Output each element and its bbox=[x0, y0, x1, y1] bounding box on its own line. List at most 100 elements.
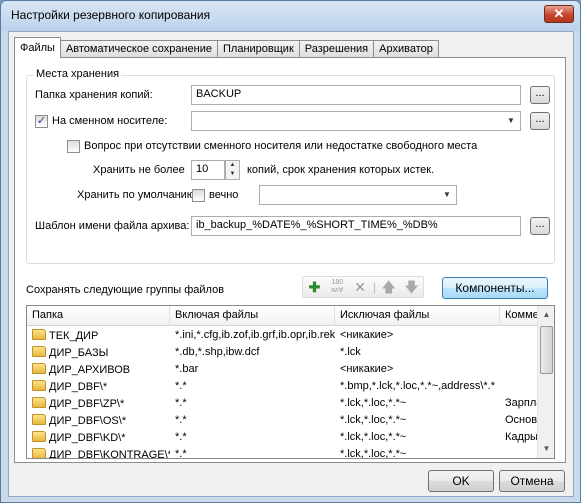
column-header-exclude[interactable]: Исключая файлы bbox=[335, 306, 500, 326]
cell-text: *.lck,*.loc,*.*~ bbox=[340, 397, 407, 409]
cell-exclude: *.lck,*.loc,*.*~ bbox=[335, 429, 500, 446]
add-icon[interactable]: ✚ bbox=[303, 277, 326, 297]
browse-template-button[interactable]: ... bbox=[530, 217, 550, 235]
cell-folder: ДИР_DBF\ZP\* bbox=[27, 395, 170, 412]
folder-icon bbox=[32, 397, 46, 408]
table-row[interactable]: ДИР_DBF\KONTRAGE\* *.* *.lck,*.loc,*.*~ bbox=[27, 446, 538, 459]
cell-text: ДИР_АРХИВОВ bbox=[49, 364, 131, 376]
keep-copies-spinner[interactable]: ▲ ▼ bbox=[225, 160, 240, 180]
column-header-folder[interactable]: Папка bbox=[27, 306, 170, 326]
cell-comment bbox=[500, 344, 538, 361]
table-row[interactable]: ТЕК_ДИР *.ini,*.cfg,ib.zof,ib.grf,ib.opr,… bbox=[27, 327, 538, 344]
cell-text: ДИР_DBF\* bbox=[49, 381, 108, 393]
cell-comment: Основн bbox=[500, 412, 538, 429]
template-input[interactable]: ib_backup_%DATE%_%SHORT_TIME%_%DB% bbox=[191, 216, 521, 236]
cell-folder: ДИР_DBF\* bbox=[27, 378, 170, 395]
cell-comment: Кадры bbox=[500, 429, 538, 446]
forever-label: вечно bbox=[209, 189, 239, 201]
default-keep-select[interactable]: ▼ bbox=[259, 185, 457, 205]
scroll-up-icon[interactable]: ▲ bbox=[539, 307, 554, 323]
cell-include: *.* bbox=[170, 395, 335, 412]
file-groups-label: Сохранять следующие группы файлов bbox=[26, 284, 225, 296]
cell-text: *.lck,*.loc,*.*~ bbox=[340, 448, 407, 459]
cell-text: <никакие> bbox=[340, 363, 394, 375]
spin-up-icon[interactable]: ▲ bbox=[226, 161, 239, 170]
cell-text: ДИР_DBF\OS\* bbox=[49, 415, 127, 427]
ok-button[interactable]: OK bbox=[428, 470, 494, 492]
cell-text: ДИР_БАЗЫ bbox=[49, 347, 109, 359]
scroll-down-icon[interactable]: ▼ bbox=[539, 441, 554, 457]
tab-files[interactable]: Файлы bbox=[14, 37, 61, 58]
move-down-icon[interactable]: 🡇 bbox=[400, 277, 423, 297]
removable-media-label: На сменном носителе: bbox=[52, 115, 168, 127]
cell-folder: ДИР_DBF\OS\* bbox=[27, 412, 170, 429]
table-row[interactable]: ДИР_DBF\KD\* *.* *.lck,*.loc,*.*~ Кадры bbox=[27, 429, 538, 446]
close-button[interactable]: ✕ bbox=[544, 5, 574, 23]
folder-icon bbox=[32, 431, 46, 442]
cell-text: *.bar bbox=[175, 363, 199, 375]
table-header: Папка Включая файлы Исключая файлы Комме bbox=[27, 306, 538, 326]
folder-icon bbox=[32, 414, 46, 425]
backup-folder-label: Папка хранения копий: bbox=[35, 89, 153, 101]
chevron-down-icon: ▼ bbox=[443, 190, 451, 199]
removable-media-select[interactable]: ▼ bbox=[191, 111, 521, 131]
tab-scheduler[interactable]: Планировщик bbox=[217, 40, 300, 58]
cell-folder: ДИР_БАЗЫ bbox=[27, 344, 170, 361]
cell-text: *.db,*.shp,ibw.dcf bbox=[175, 346, 260, 358]
tab-archiver[interactable]: Архиватор bbox=[373, 40, 439, 58]
spin-down-icon[interactable]: ▼ bbox=[226, 170, 239, 179]
ask-media-checkbox[interactable] bbox=[67, 140, 80, 153]
vertical-scrollbar[interactable]: ▲ ▼ bbox=[537, 306, 554, 458]
cell-exclude: <никакие> bbox=[335, 327, 500, 344]
cell-comment bbox=[500, 327, 538, 344]
forever-checkbox[interactable] bbox=[192, 189, 205, 202]
cell-text: Основн bbox=[505, 414, 538, 426]
cancel-button[interactable]: Отмена bbox=[499, 470, 565, 492]
cell-text: *.* bbox=[175, 397, 187, 409]
keep-copies-input[interactable]: 10 bbox=[191, 160, 225, 180]
cell-comment: Зарпла bbox=[500, 395, 538, 412]
cell-exclude: *.lck,*.loc,*.*~ bbox=[335, 412, 500, 429]
tab-permissions[interactable]: Разрешения bbox=[298, 40, 375, 58]
delete-icon[interactable]: ✕ bbox=[349, 277, 372, 297]
components-button[interactable]: Компоненты... bbox=[442, 277, 548, 299]
template-label: Шаблон имени файла архива: bbox=[35, 220, 190, 232]
table-row[interactable]: ДИР_DBF\ZP\* *.* *.lck,*.loc,*.*~ Зарпла bbox=[27, 395, 538, 412]
cell-include: *.* bbox=[170, 429, 335, 446]
cell-text: *.lck,*.loc,*.*~ bbox=[340, 414, 407, 426]
removable-media-checkbox[interactable]: ✓ bbox=[35, 115, 48, 128]
cell-include: *.ini,*.cfg,ib.zof,ib.grf,ib.opr,ib.rek bbox=[170, 327, 335, 344]
file-groups-toolbar: ✚ 180 ᴙᴧ∀ ✕ | 🡅 🡇 bbox=[302, 276, 424, 298]
move-up-icon[interactable]: 🡅 bbox=[377, 277, 400, 297]
file-groups-table: Папка Включая файлы Исключая файлы Комме… bbox=[26, 305, 555, 459]
cell-include: *.bar bbox=[170, 361, 335, 378]
table-row[interactable]: ДИР_БАЗЫ *.db,*.shp,ibw.dcf *.lck bbox=[27, 344, 538, 361]
cell-exclude: *.lck,*.loc,*.*~ bbox=[335, 395, 500, 412]
folder-icon bbox=[32, 380, 46, 391]
folder-icon bbox=[32, 363, 46, 374]
tab-strip: Файлы Автоматическое сохранение Планиров… bbox=[14, 37, 439, 58]
tab-auto-save[interactable]: Автоматическое сохранение bbox=[59, 40, 219, 58]
browse-backup-folder-button[interactable]: ... bbox=[530, 86, 550, 104]
table-row[interactable]: ДИР_АРХИВОВ *.bar <никакие> bbox=[27, 361, 538, 378]
cell-exclude: *.lck,*.loc,*.*~ bbox=[335, 446, 500, 459]
cell-text: *.lck,*.loc,*.*~ bbox=[340, 431, 407, 443]
cell-text: *.bmp,*.lck,*.loc,*.*~,address\*.* bbox=[340, 380, 495, 392]
column-header-include[interactable]: Включая файлы bbox=[170, 306, 335, 326]
browse-removable-button[interactable]: ... bbox=[530, 112, 550, 130]
scrollbar-thumb[interactable] bbox=[540, 326, 553, 374]
cell-text: ДИР_DBF\KONTRAGE\* bbox=[49, 449, 170, 459]
table-row[interactable]: ДИР_DBF\OS\* *.* *.lck,*.loc,*.*~ Основн bbox=[27, 412, 538, 429]
cell-include: *.* bbox=[170, 412, 335, 429]
cell-exclude: <никакие> bbox=[335, 361, 500, 378]
column-header-comment[interactable]: Комме bbox=[500, 306, 538, 326]
cell-include: *.* bbox=[170, 446, 335, 458]
table-row[interactable]: ДИР_DBF\* *.* *.bmp,*.lck,*.loc,*.*~,addre… bbox=[27, 378, 538, 395]
title-bar[interactable]: Настройки резервного копирования ✕ bbox=[1, 1, 580, 31]
rotate-180-icon[interactable]: 180 ᴙᴧ∀ bbox=[326, 277, 349, 297]
cell-text: *.* bbox=[175, 380, 187, 392]
cell-exclude: *.bmp,*.lck,*.loc,*.*~,address\*.* bbox=[335, 378, 500, 395]
backup-folder-input[interactable]: BACKUP bbox=[191, 85, 521, 105]
settings-window: Настройки резервного копирования ✕ Файлы… bbox=[0, 0, 581, 503]
cell-text: <никакие> bbox=[340, 329, 394, 341]
